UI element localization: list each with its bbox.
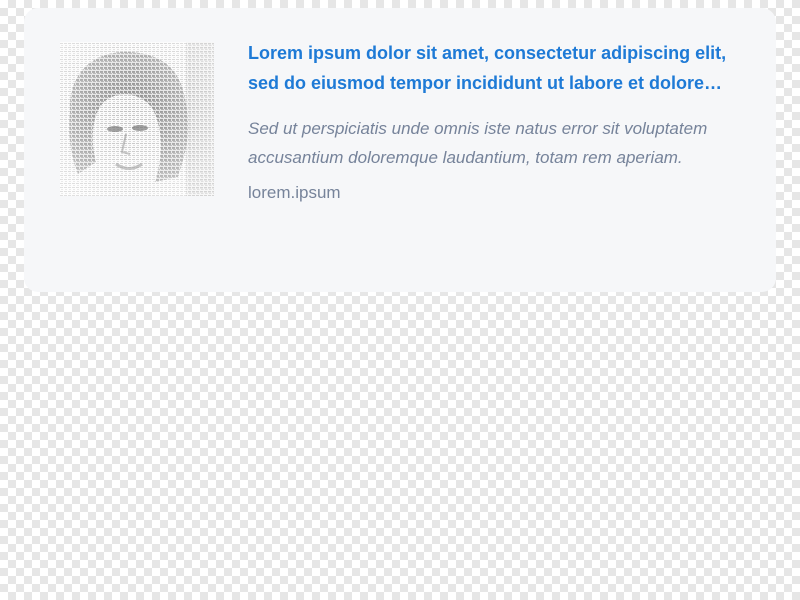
preview-domain: lorem.ipsum (248, 183, 341, 202)
link-preview-card[interactable]: Lorem ipsum dolor sit amet, consectetur … (24, 8, 776, 292)
preview-description: Sed ut perspiciatis unde omnis iste natu… (248, 119, 708, 167)
preview-title[interactable]: Lorem ipsum dolor sit amet, consectetur … (248, 38, 748, 98)
preview-content: Lorem ipsum dolor sit amet, consectetur … (248, 38, 748, 205)
preview-thumbnail[interactable] (60, 42, 214, 196)
